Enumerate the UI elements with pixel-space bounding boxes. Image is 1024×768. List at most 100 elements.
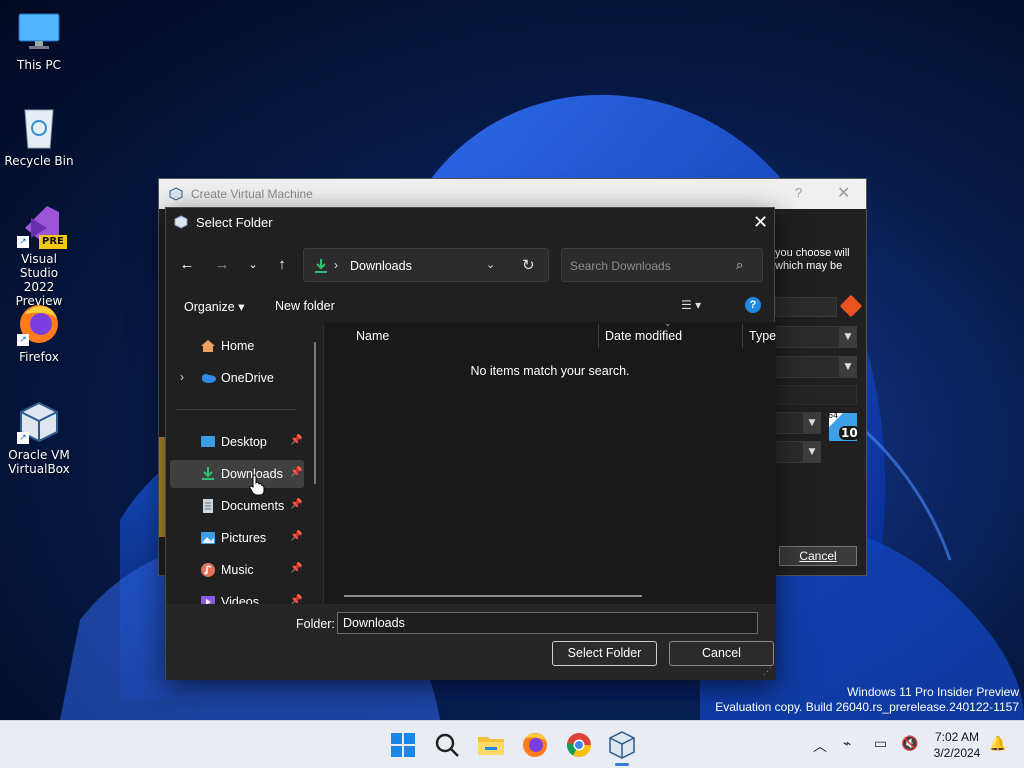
nav-item-pictures[interactable]: Pictures 📌 (170, 524, 304, 552)
search-box[interactable]: ⌕ (561, 248, 763, 282)
taskbar: ︿ ⌁ ▭ 🔇 7:02 AM 3/2/2024 🔔 (0, 720, 1024, 768)
clock-time: 7:02 AM (934, 730, 980, 744)
forward-arrow-icon[interactable]: → (213, 256, 231, 274)
nav-item-music[interactable]: Music 📌 (170, 556, 304, 584)
document-icon (203, 499, 213, 513)
up-arrow-icon[interactable]: ↑ (273, 256, 291, 274)
address-bar[interactable]: › Downloads ⌄ ↻ (303, 248, 549, 282)
music-icon (201, 563, 215, 577)
home-icon (201, 340, 215, 352)
desktop-icon-virtualbox[interactable]: ↗ Oracle VM VirtualBox (4, 400, 74, 476)
select-folder-dialog: Select Folder ✕ ← → ⌄ ↑ › Downloads ⌄ ↻ … (165, 207, 776, 680)
volume-muted-icon[interactable]: 🔇 (901, 736, 918, 752)
vm-window-title: Create Virtual Machine (191, 187, 313, 201)
column-divider[interactable] (598, 324, 599, 348)
vm-description-line: which may be (775, 260, 843, 272)
empty-state-message: No items match your search. (470, 364, 630, 378)
pin-icon: 📌 (290, 563, 303, 574)
dialog-titlebar: Select Folder (166, 208, 774, 236)
file-explorer-icon[interactable] (476, 730, 506, 760)
view-options-icon[interactable]: ☰ ▾ (681, 298, 701, 312)
nav-item-label: Desktop (221, 435, 267, 449)
chevron-down-icon[interactable]: ▼ (839, 327, 857, 347)
column-header-date-modified[interactable]: Date modified (605, 329, 682, 343)
shortcut-arrow-icon: ↗ (17, 432, 29, 444)
chevron-down-icon[interactable]: ▼ (839, 357, 857, 377)
chevron-down-icon[interactable]: ▼ (803, 442, 821, 462)
new-folder-button[interactable]: New folder (275, 299, 335, 313)
active-app-indicator (615, 763, 629, 766)
nav-item-label: Documents (221, 499, 285, 513)
clock[interactable]: 7:02 AM 3/2/2024 (928, 729, 986, 761)
notification-bell-icon[interactable]: 🔔 (989, 736, 1006, 752)
download-icon (202, 467, 214, 480)
network-off-icon[interactable]: ⌁ (843, 736, 851, 752)
chevron-down-icon[interactable]: ⌄ (486, 258, 495, 271)
display-icon[interactable]: ▭ (874, 736, 887, 752)
firefox-icon[interactable] (520, 730, 550, 760)
clock-date: 3/2/2024 (933, 746, 981, 760)
nav-item-documents[interactable]: Documents 📌 (170, 492, 304, 520)
nav-item-onedrive[interactable]: › OneDrive (170, 364, 304, 392)
vm-cancel-button[interactable]: Cancel (779, 546, 857, 566)
visual-studio-icon: PRE ↗ (17, 204, 67, 249)
chevron-down-icon[interactable]: ▼ (803, 413, 821, 433)
select-folder-button[interactable]: Select Folder (552, 641, 657, 666)
onedrive-icon (202, 374, 216, 383)
nav-item-videos[interactable]: Videos 📌 (170, 588, 304, 604)
search-input[interactable] (570, 257, 730, 275)
chevron-right-icon[interactable]: › (180, 370, 184, 384)
desktop-icon-visual-studio[interactable]: PRE ↗ Visual Studio 2022 Preview (4, 204, 74, 308)
resize-grip-icon[interactable]: ⋰ (763, 666, 772, 677)
nav-item-home[interactable]: Home (170, 332, 304, 360)
vm-folder-field[interactable] (775, 297, 837, 317)
close-button[interactable]: ✕ (837, 183, 850, 203)
column-divider[interactable] (742, 324, 743, 348)
firefox-icon: ↗ (17, 302, 61, 346)
search-icon[interactable] (432, 730, 462, 760)
nav-item-label: OneDrive (221, 371, 274, 385)
organize-menu[interactable]: Organize ▾ (184, 299, 244, 314)
desktop-icon-label: This PC (17, 58, 61, 72)
pin-icon: 📌 (290, 435, 303, 446)
column-header-name[interactable]: Name (356, 329, 389, 343)
pin-icon: 📌 (290, 595, 303, 604)
navigation-pane: Home › OneDrive Desktop 📌 Downloads 📌 Do… (166, 324, 324, 604)
chevron-down-icon[interactable]: ⌄ (244, 256, 262, 274)
nav-item-label: Pictures (221, 531, 267, 545)
nav-divider (176, 409, 296, 410)
help-icon[interactable]: ? (745, 297, 761, 313)
sort-chevron-icon: ⌄ (664, 318, 672, 328)
vm-description-line: you choose will (775, 247, 850, 259)
cancel-button[interactable]: Cancel (669, 641, 774, 666)
shortcut-arrow-icon: ↗ (17, 236, 29, 248)
start-icon[interactable] (388, 730, 418, 760)
nav-item-desktop[interactable]: Desktop 📌 (170, 428, 304, 456)
column-header-type[interactable]: Type (749, 329, 776, 343)
folder-input[interactable]: Downloads (337, 612, 758, 634)
vm-description: you choose will which may be (775, 247, 850, 273)
breadcrumb-current[interactable]: Downloads (350, 259, 412, 273)
virtualbox-icon[interactable] (607, 730, 637, 760)
dialog-title: Select Folder (196, 214, 273, 230)
help-button[interactable]: ? (795, 185, 802, 200)
desktop-icon-this-pc[interactable]: This PC (4, 10, 74, 72)
chevron-up-icon[interactable]: ︿ (813, 736, 827, 756)
search-icon[interactable]: ⌕ (736, 257, 743, 273)
back-arrow-icon[interactable]: ← (178, 256, 196, 274)
nav-scrollbar[interactable] (314, 342, 316, 484)
pre-badge: PRE (39, 235, 67, 249)
watermark-line: Evaluation copy. Build 26040.rs_prerelea… (715, 700, 1019, 714)
nav-item-downloads[interactable]: Downloads 📌 (170, 460, 304, 488)
desktop-icon-firefox[interactable]: ↗ Firefox (4, 302, 74, 364)
chrome-icon[interactable] (564, 730, 594, 760)
watermark-line: Windows 11 Pro Insider Preview (847, 685, 1019, 699)
refresh-icon[interactable]: ↻ (522, 256, 535, 274)
horizontal-scrollbar[interactable] (344, 595, 642, 597)
pin-icon: 📌 (290, 499, 303, 510)
close-icon[interactable]: ✕ (753, 212, 768, 233)
pin-icon: 📌 (290, 531, 303, 542)
nav-item-label: Music (221, 563, 254, 577)
desktop-icon-recycle-bin[interactable]: Recycle Bin (4, 106, 74, 168)
pictures-icon (201, 532, 215, 544)
